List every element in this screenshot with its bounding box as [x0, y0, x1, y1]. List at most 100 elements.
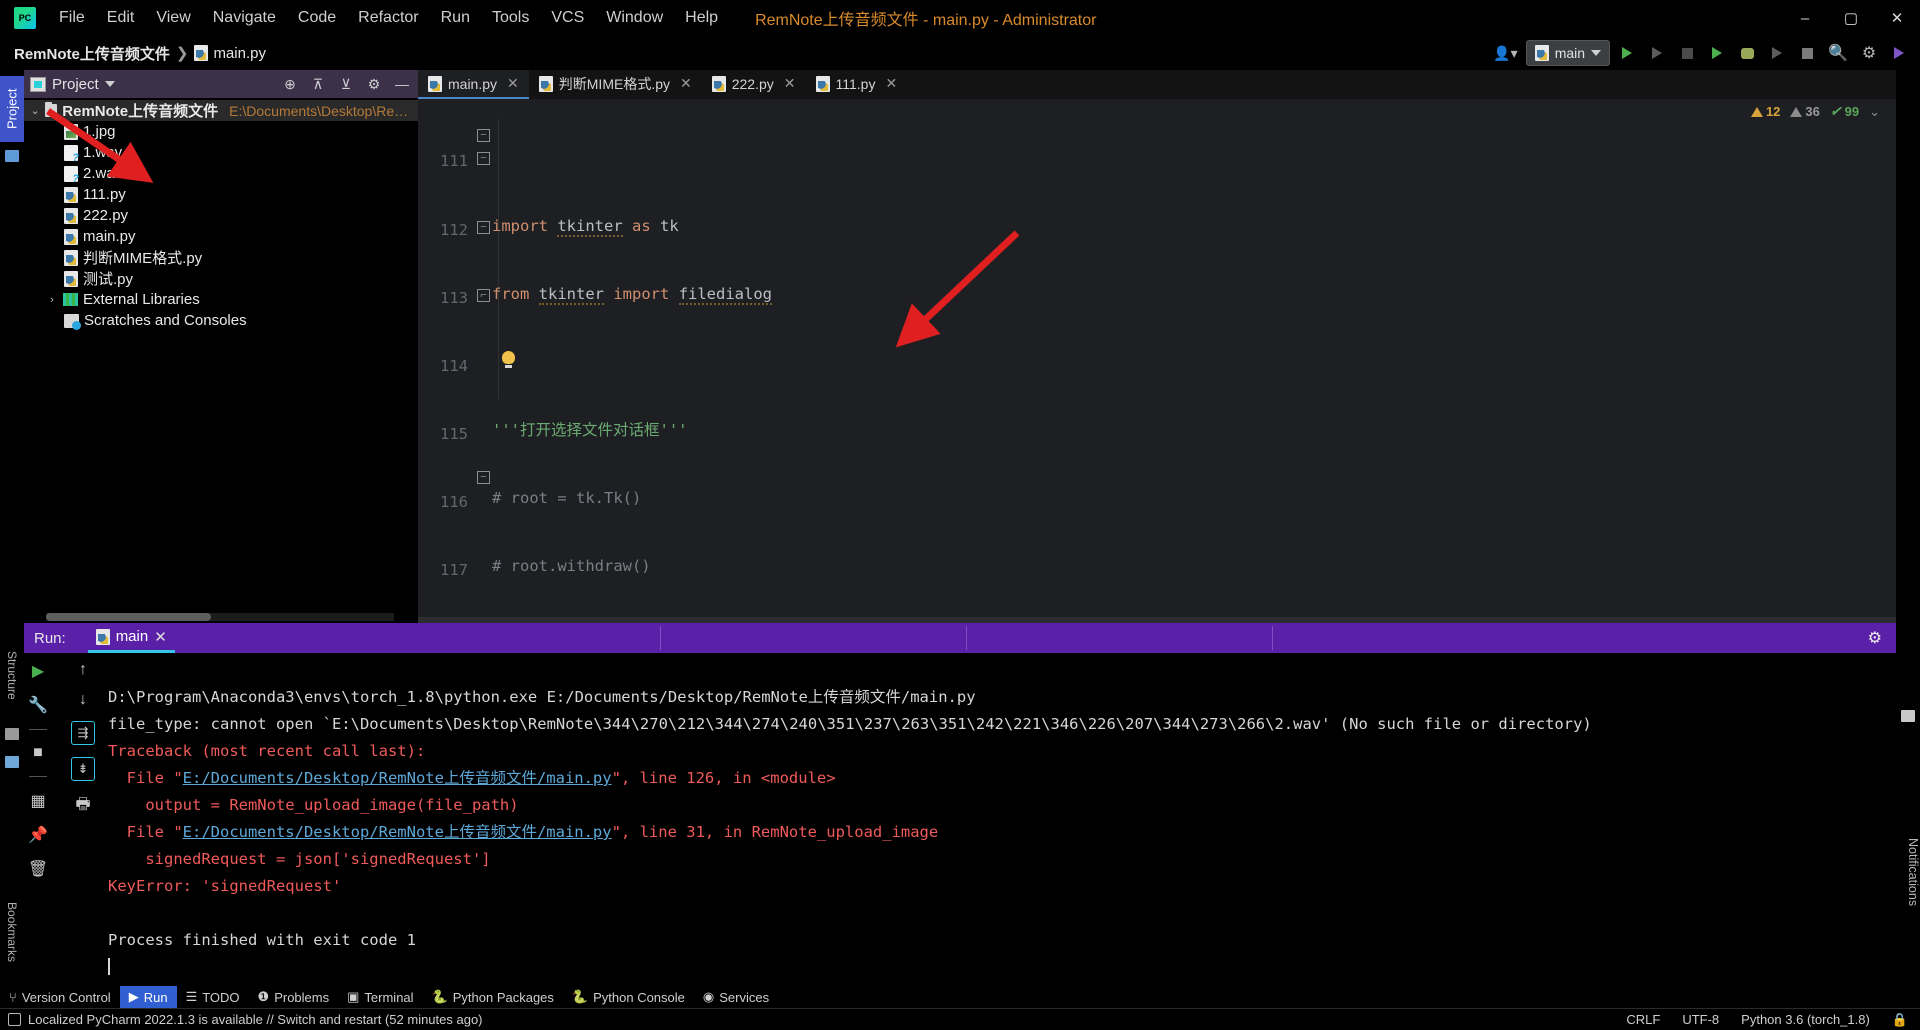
stop-icon[interactable] — [1794, 40, 1820, 66]
close-icon[interactable]: ✕ — [885, 75, 897, 92]
target-icon[interactable]: ⊕ — [280, 76, 300, 93]
tool-window-services[interactable]: ◉ Services — [694, 986, 778, 1008]
up-arrow-icon[interactable]: ↑ — [79, 661, 87, 679]
chevron-down-icon[interactable] — [104, 81, 115, 87]
line-numbers[interactable]: 111 112 113 114 115 116 117 118 119 120 … — [418, 103, 476, 623]
close-icon[interactable]: ✕ — [680, 75, 692, 92]
tool-window-run[interactable]: ▶ Run — [119, 986, 177, 1008]
menu-navigate[interactable]: Navigate — [202, 5, 287, 31]
fold-collapse-icon[interactable]: − — [477, 471, 490, 484]
chevron-down-icon[interactable]: ⌄ — [30, 104, 40, 117]
list-item[interactable]: 222.py — [24, 205, 418, 226]
stop-icon[interactable]: ■ — [33, 744, 43, 762]
status-interpreter[interactable]: Python 3.6 (torch_1.8) — [1741, 1012, 1870, 1027]
close-button[interactable]: ✕ — [1874, 0, 1920, 36]
code-folding-gutter[interactable]: − − − ⌐ − — [476, 99, 492, 623]
fold-end-icon[interactable]: ⌐ — [477, 289, 490, 302]
fold-collapse-icon[interactable]: − — [477, 152, 490, 165]
tree-root-node[interactable]: ⌄ RemNote上传音频文件 E:\Documents\Desktop\Rem… — [24, 100, 418, 121]
run-configuration-selector[interactable]: main — [1525, 40, 1611, 66]
menu-vcs[interactable]: VCS — [540, 5, 595, 31]
sidebar-item-project[interactable]: Project — [0, 76, 24, 142]
close-icon[interactable]: ✕ — [784, 75, 796, 92]
minimize-button[interactable]: – — [1782, 0, 1828, 36]
run-console-output[interactable]: D:\Program\Anaconda3\envs\torch_1.8\pyth… — [108, 657, 1896, 982]
tool-window-python-packages[interactable]: 🐍 Python Packages — [423, 986, 563, 1008]
list-item[interactable]: 2.wav — [24, 163, 418, 185]
status-line-separator[interactable]: CRLF — [1626, 1012, 1660, 1027]
close-icon[interactable]: ✕ — [507, 75, 519, 92]
weak-warning-count[interactable]: 36 — [1790, 104, 1820, 119]
menu-window[interactable]: Window — [595, 5, 674, 31]
expand-icon[interactable]: ⊻ — [336, 76, 356, 93]
inspection-widget[interactable]: 12 36 ✔ 99 ⌄ — [1750, 103, 1880, 120]
menu-refactor[interactable]: Refactor — [347, 5, 429, 31]
user-icon[interactable]: 👤▾ — [1489, 40, 1521, 66]
debug-icon[interactable] — [1734, 40, 1760, 66]
tool-window-problems[interactable]: ❶ Problems — [249, 986, 339, 1008]
search-everywhere-icon[interactable]: 🔍 — [1824, 40, 1852, 66]
list-item[interactable]: 1.jpg — [24, 121, 418, 142]
scroll-to-end-icon[interactable]: ⇟ — [71, 757, 95, 781]
status-encoding[interactable]: UTF-8 — [1682, 1012, 1719, 1027]
project-horizontal-scrollbar[interactable] — [46, 613, 394, 621]
trash-icon[interactable]: 🗑 — [28, 859, 48, 879]
inspection-ok[interactable]: ✔ 99 — [1830, 103, 1859, 120]
collapse-icon[interactable]: ⊼ — [308, 76, 328, 93]
tab-111-py[interactable]: 111.py ✕ — [806, 70, 908, 99]
run-icon[interactable] — [1614, 40, 1640, 66]
settings-gear-icon[interactable]: ⚙ — [1856, 40, 1882, 66]
tool-window-todo[interactable]: ☰ TODO — [177, 986, 249, 1008]
sidebar-item-bookmarks[interactable]: Bookmarks — [0, 882, 24, 982]
intention-bulb-icon[interactable] — [502, 351, 515, 368]
fold-collapse-icon[interactable]: − — [477, 221, 490, 234]
update-available-icon[interactable] — [1886, 40, 1912, 66]
console-file-link[interactable]: E:/Documents/Desktop/RemNote上传音频文件/main.… — [183, 823, 612, 841]
menu-run[interactable]: Run — [430, 5, 481, 31]
tab-mime-py[interactable]: 判断MIME格式.py ✕ — [529, 70, 702, 99]
attach-debugger-icon[interactable] — [1764, 40, 1790, 66]
print-icon[interactable]: 🖶 — [75, 793, 90, 820]
list-item[interactable]: 测试.py — [24, 268, 418, 289]
run-with-coverage-icon[interactable] — [1644, 40, 1670, 66]
lock-icon[interactable]: 🔒 — [1892, 1012, 1908, 1028]
code-editor[interactable]: 12 36 ✔99 ⌄ 110 111 112 113 114 115 116 … — [418, 99, 1920, 623]
console-file-link[interactable]: E:/Documents/Desktop/RemNote上传音频文件/main.… — [183, 769, 612, 787]
menu-code[interactable]: Code — [287, 5, 347, 31]
wrench-icon[interactable]: 🔧 — [28, 695, 48, 715]
tool-window-python-console[interactable]: 🐍 Python Console — [563, 986, 694, 1008]
project-folder-icon[interactable] — [5, 150, 19, 162]
tree-node-external-libraries[interactable]: › External Libraries — [24, 289, 418, 310]
fold-collapse-icon[interactable]: − — [477, 129, 490, 142]
tab-222-py[interactable]: 222.py ✕ — [702, 70, 806, 99]
pin-icon[interactable]: 📌 — [28, 825, 48, 845]
tab-main-py[interactable]: main.py ✕ — [418, 70, 529, 99]
bookmarks-pin-icon[interactable] — [5, 756, 19, 768]
menu-edit[interactable]: Edit — [96, 5, 146, 31]
tool-window-terminal[interactable]: ▣ Terminal — [338, 986, 422, 1008]
hide-icon[interactable]: — — [392, 76, 412, 92]
breadcrumb-file[interactable]: main.py — [194, 45, 266, 62]
settings-gear-icon[interactable]: ⚙ — [364, 76, 384, 93]
rerun-icon[interactable]: ▶ — [32, 661, 44, 681]
list-item[interactable]: 111.py — [24, 184, 418, 205]
breadcrumb-project[interactable]: RemNote上传音频文件 — [14, 43, 170, 64]
layout-icon[interactable]: ▦ — [30, 791, 45, 811]
list-item[interactable]: 1.wav — [24, 142, 418, 164]
sidebar-item-structure[interactable]: Structure — [0, 630, 24, 720]
code-text[interactable]: import tkinter as tk from tkinter import… — [492, 101, 1920, 623]
profile-icon[interactable] — [1674, 40, 1700, 66]
notification-icon[interactable] — [8, 1013, 21, 1026]
chevron-right-icon[interactable]: › — [46, 294, 58, 306]
close-icon[interactable]: ✕ — [154, 628, 167, 646]
notifications-bell-icon[interactable] — [1901, 710, 1915, 722]
maximize-button[interactable]: ▢ — [1828, 0, 1874, 36]
soft-wrap-icon[interactable]: ⇶ — [71, 721, 95, 745]
down-arrow-icon[interactable]: ↓ — [79, 691, 87, 709]
status-message[interactable]: Localized PyCharm 2022.1.3 is available … — [28, 1012, 483, 1027]
warning-count[interactable]: 12 — [1750, 104, 1780, 119]
debug-run-icon[interactable] — [1704, 40, 1730, 66]
sidebar-item-notifications[interactable]: Notifications — [1896, 838, 1920, 906]
chevron-down-icon[interactable]: ⌄ — [1869, 104, 1880, 120]
menu-view[interactable]: View — [145, 5, 201, 31]
